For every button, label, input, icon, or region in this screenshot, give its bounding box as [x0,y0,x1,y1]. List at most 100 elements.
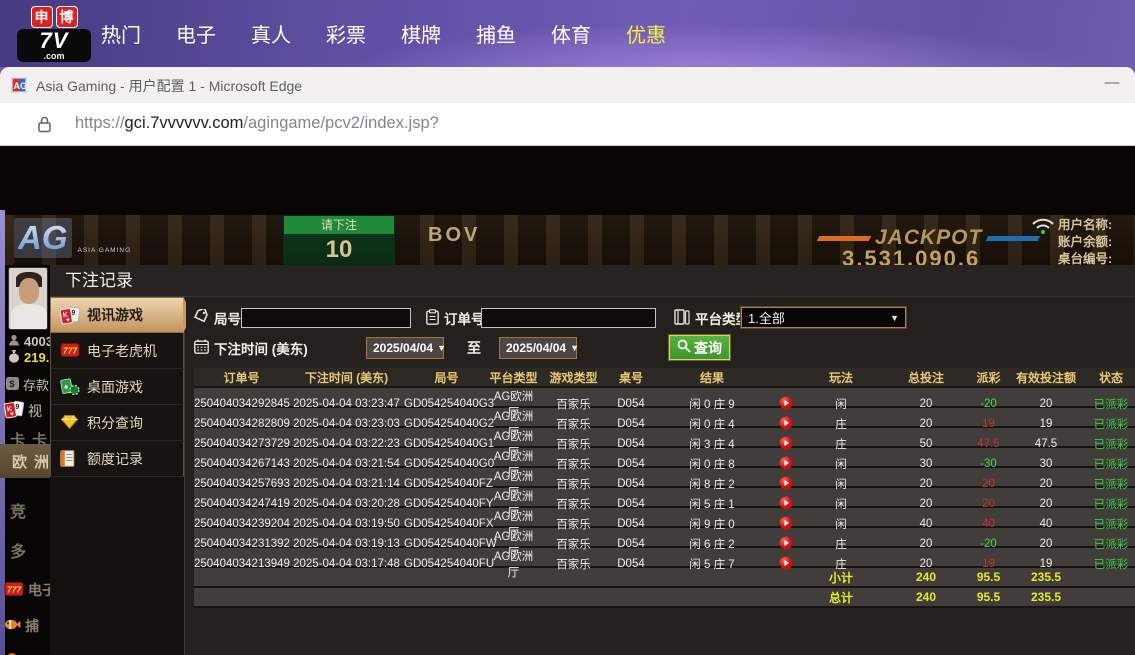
date-from-picker[interactable]: 2025/04/04 ▼ [366,337,446,359]
fish-icon [4,618,21,634]
nav-item-6[interactable]: 体育 [550,19,592,48]
lobby-menu-slots[interactable]: 777 电子 [4,580,56,600]
cell-game-type: 百家乐 [556,399,591,411]
cell-play: 庄 [835,419,847,431]
cell-replay [771,536,801,553]
panel-tab-label: 积分查询 [87,414,143,431]
cell-result: 闲 5 庄 7 [689,559,735,571]
points-diamond-icon [60,414,80,432]
bet-countdown-widget: 请下注 10 [283,215,395,265]
panel-tab-label: 电子老虎机 [87,342,157,359]
order-number-input[interactable] [481,308,656,328]
cell-bet-time: 2025-04-04 03:22:23 [293,438,400,450]
cell-table-no: D054 [617,538,645,550]
minimize-button[interactable]: — [1101,73,1123,95]
cell-payout: 47.5 [977,438,1000,450]
screen: AG Asia Gaming - 用户配置 1 - Microsoft Edge… [0,0,1135,655]
replay-play-icon[interactable] [779,436,793,453]
nav-item-2[interactable]: 真人 [250,19,292,48]
cell-status: 已派彩 [1093,479,1129,491]
cell-game-type: 百家乐 [556,519,591,531]
nav-item-1[interactable]: 电子 [175,19,217,48]
replay-play-icon[interactable] [779,496,793,513]
video-games-cards-icon-icon: 9 K ♥ [3,400,25,422]
nav-item-0[interactable]: 热门 [100,19,142,48]
panel-tab-3[interactable]: 积分查询 [50,405,184,441]
clipboard-icon [426,308,439,328]
cell-replay [771,476,801,493]
sum-total-bet: 240 [915,590,937,604]
cell-result: 闲 0 庄 4 [689,419,735,431]
cell-table-no: D054 [617,518,645,530]
panel-tab-2[interactable]: ♠ 桌面游戏 [50,369,184,405]
cell-status: 已派彩 [1093,459,1129,471]
logo-suffix: .com [43,51,65,61]
table-row: 250404034292845 2025-04-04 03:23:47 GD0542… [194,388,1135,419]
nav-item-4[interactable]: 棋牌 [400,19,442,48]
cell-bet-time: 2025-04-04 03:20:28 [293,498,400,510]
url-text[interactable]: https://gci.7vvvvvv.com/agingame/pcv2/in… [75,114,439,133]
cell-bet-time: 2025-04-04 03:23:03 [293,418,400,430]
browser-urlbar[interactable]: https://gci.7vvvvvv.com/agingame/pcv2/in… [0,103,1135,146]
cell-replay [771,416,801,433]
replay-play-icon[interactable] [779,416,793,433]
search-button[interactable]: 查询 [669,335,730,360]
deposit-button[interactable]: $ 存款 [6,375,49,394]
lobby-menu-fishing[interactable]: 捕 [4,616,39,636]
replay-play-icon[interactable] [779,456,793,473]
table-info-labels: 用户名称: 账户余额: 桌台编号: [1058,217,1112,268]
bet-prompt-label: 请下注 [284,216,394,234]
nav-item-3[interactable]: 彩票 [325,19,367,48]
url-path: /agingame/pcv2/index.jsp? [243,114,439,132]
cell-total-bet: 20 [919,538,933,550]
cell-order-id: 250404034273729 [194,438,290,450]
slot-machine-icon-icon: 777 [4,581,24,600]
ag-logo-text: AG [18,219,68,256]
site-logo[interactable]: 申 博 7V .com [17,6,91,62]
table-header-cell-8: 玩法 [828,370,853,385]
cell-play: 闲 [835,519,847,531]
date-from-value: 2025/04/04 [373,341,434,355]
date-to-picker[interactable]: 2025/04/04 ▼ [499,337,579,359]
nav-item-5[interactable]: 捕鱼 [475,19,517,48]
round-number-input[interactable] [241,308,411,328]
table-header-cell-5: 桌号 [618,370,643,385]
credit-record-icon [60,449,80,468]
wifi-icon [1030,216,1056,240]
replay-play-icon[interactable] [779,476,793,493]
lobby-menu-duo[interactable]: 多 [10,538,33,562]
panel-tab-4[interactable]: 额度记录 [50,441,184,477]
cell-table-no: D054 [617,558,645,570]
lock-icon[interactable] [37,116,52,138]
panel-tab-label: 桌面游戏 [87,378,143,395]
cell-round-id: GD054254040G0 [404,458,495,470]
table-header-cell-4: 游戏类型 [549,370,598,385]
replay-play-icon[interactable] [779,556,793,573]
cell-table-no: D054 [617,458,645,470]
panel-tab-0[interactable]: 9 K ♥ 视讯游戏 [50,297,193,333]
lobby-menu-jing[interactable]: 竞 [10,498,33,522]
moneybag-icon [8,349,20,366]
cell-play: 闲 [835,479,847,491]
cell-order-id: 250404034247419 [194,498,290,510]
lobby-info-label-1: 账户余额: [1058,235,1113,249]
panel-tab-1[interactable]: 777 电子老虎机 [50,333,184,369]
cell-status: 已派彩 [1093,519,1129,531]
table-header-cell-12: 状态 [1098,370,1123,385]
nav-item-7[interactable]: 优惠 [625,19,667,48]
site-header: 申 博 7V .com 热门 电子 真人 彩票 棋牌 捕鱼 体育 优惠 [0,0,1135,67]
replay-play-icon[interactable] [779,536,793,553]
svg-text:G: G [20,81,27,91]
lobby-menu-more[interactable] [6,651,22,655]
cell-game-type: 百家乐 [556,499,591,511]
replay-play-icon[interactable] [779,516,793,533]
replay-play-icon[interactable] [779,396,793,413]
cell-game-type: 百家乐 [556,419,591,431]
cell-bet-time: 2025-04-04 03:23:47 [293,398,400,410]
lobby-menu-video[interactable]: 9 K ♥ 视 [3,396,42,426]
cell-game-type: 百家乐 [556,559,591,571]
cell-result: 闲 0 庄 8 [689,459,735,471]
browser-titlebar: AG Asia Gaming - 用户配置 1 - Microsoft Edge… [0,67,1135,103]
platform-type-select[interactable]: 1.全部 ▼ [741,307,906,328]
browser-window-title: Asia Gaming - 用户配置 1 - Microsoft Edge [36,78,303,94]
